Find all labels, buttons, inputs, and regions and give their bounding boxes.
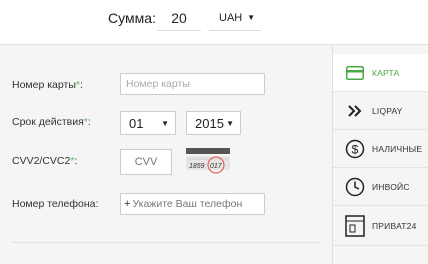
chevron-down-icon: ▼ bbox=[247, 13, 255, 22]
card-hint-digits: 1859 bbox=[189, 163, 205, 170]
phone-field[interactable]: + bbox=[120, 193, 265, 215]
cvv-input[interactable] bbox=[120, 149, 172, 175]
expiry-year-select[interactable]: 2015 ▼ bbox=[186, 111, 241, 135]
sidebar-item-invoice[interactable]: ИНВОЙС bbox=[333, 168, 428, 206]
form-bottom-divider bbox=[12, 242, 319, 243]
amount-bar: Сумма: UAH ▼ bbox=[0, 0, 428, 44]
phone-input[interactable] bbox=[132, 198, 261, 210]
sidebar-item-label: ИНВОЙС bbox=[372, 181, 410, 192]
sidebar-item-label: НАЛИЧНЫЕ bbox=[372, 143, 423, 154]
amount-input[interactable] bbox=[157, 5, 201, 31]
sidebar-item-label: ПРИВАТ24 bbox=[372, 220, 417, 231]
card-icon bbox=[341, 65, 369, 80]
sidebar-item-label: КАРТА bbox=[372, 67, 400, 78]
chevron-down-icon: ▼ bbox=[226, 119, 234, 128]
sidebar-item-cash[interactable]: $ НАЛИЧНЫЕ bbox=[333, 130, 428, 168]
clock-icon bbox=[341, 177, 369, 197]
sidebar-item-liqpay[interactable]: LIQPAY bbox=[333, 92, 428, 130]
sidebar-item-privat24[interactable]: ПРИВАТ24 bbox=[333, 206, 428, 246]
sidebar-item-label: LIQPAY bbox=[372, 105, 403, 116]
card-number-label: Номер карты*: bbox=[12, 79, 83, 91]
dollar-icon: $ bbox=[341, 139, 369, 159]
expiry-label: Срок действия*: bbox=[12, 116, 91, 128]
cvv-label: CVV2/CVC2*: bbox=[12, 155, 78, 167]
card-hint-cvv: 017 bbox=[210, 163, 223, 170]
currency-value: UAH bbox=[219, 11, 243, 24]
currency-select[interactable]: UAH ▼ bbox=[209, 5, 261, 31]
liqpay-icon bbox=[341, 104, 369, 118]
cvv-hint-card-icon: 1859 017 bbox=[186, 148, 230, 174]
card-number-input[interactable] bbox=[120, 73, 265, 95]
phone-prefix: + bbox=[124, 198, 131, 210]
expiry-month-value: 01 bbox=[129, 115, 144, 131]
svg-text:$: $ bbox=[352, 142, 359, 156]
phone-label: Номер телефона: bbox=[12, 198, 99, 210]
amount-label: Сумма: bbox=[108, 10, 156, 26]
expiry-month-select[interactable]: 01 ▼ bbox=[120, 111, 176, 135]
chevron-down-icon: ▼ bbox=[161, 119, 169, 128]
privat24-icon bbox=[341, 214, 369, 237]
sidebar-item-card[interactable]: КАРТА bbox=[333, 54, 428, 92]
expiry-year-value: 2015 bbox=[195, 115, 224, 131]
